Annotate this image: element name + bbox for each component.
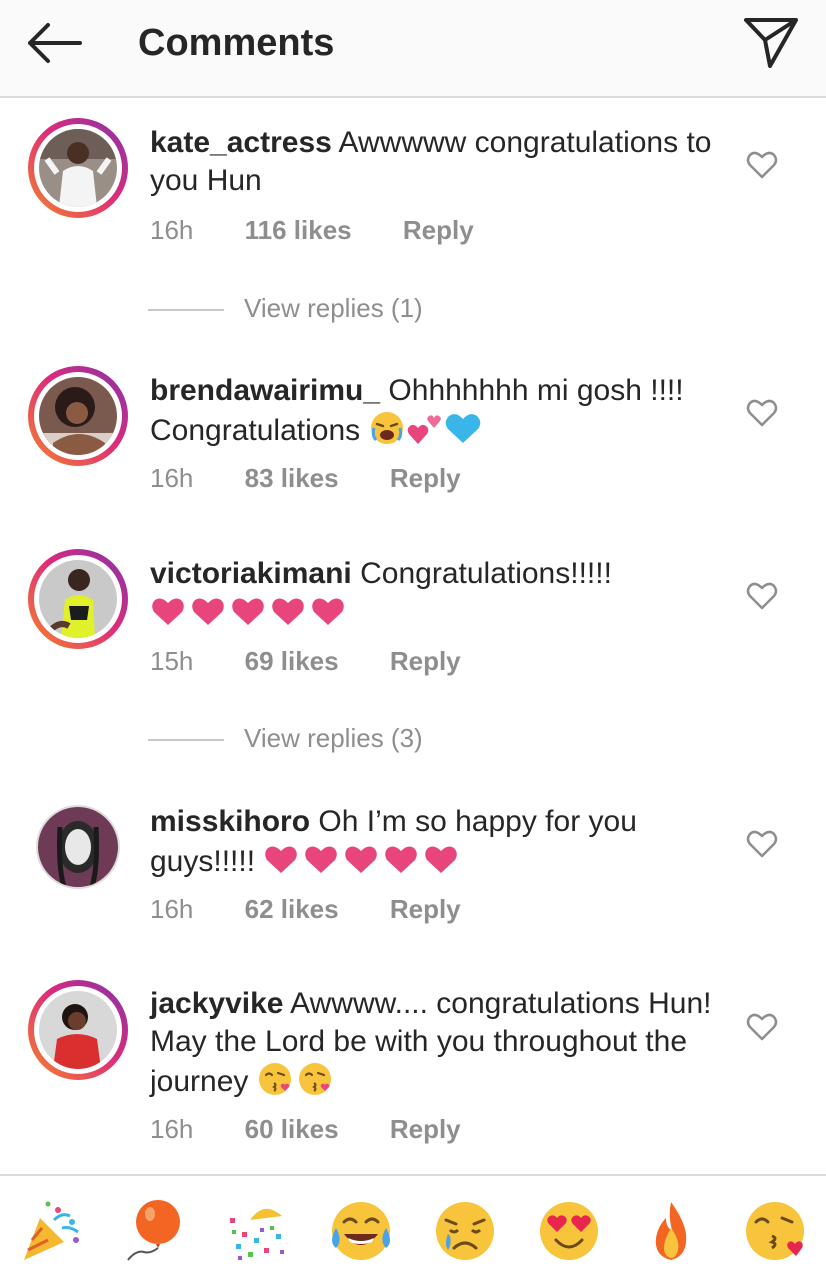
reply-button[interactable]: Reply [390,645,461,677]
comment-username[interactable]: victoriakimani [150,557,352,590]
comment-meta: 16h 62 likes Reply [150,893,461,925]
blue-heart-icon [446,414,481,443]
avatar[interactable] [36,805,120,889]
comment-text: jackyvike Awwww.... congratulations Hun!… [150,985,730,1101]
heart-eyes-icon[interactable] [536,1198,602,1264]
profile-photo-icon [38,807,118,887]
comment-text: brendawairimu_ Ohhhhhhh mi gosh !!!! Con… [150,372,730,450]
party-popper-icon[interactable] [18,1198,84,1264]
comment-likes[interactable]: 83 likes [245,462,339,494]
reply-button[interactable]: Reply [390,893,461,925]
comment-likes[interactable]: 62 likes [245,893,339,925]
divider-line [148,739,224,742]
like-heart-icon[interactable] [746,150,778,180]
comment-body: Congratulations!!!!! [360,557,612,590]
profile-photo-icon [39,991,117,1069]
comment-time: 16h [150,1114,194,1144]
comment-text: kate_actress Awwwww congratulations to y… [150,124,730,200]
view-replies-toggle[interactable]: View replies (1) [148,292,423,324]
comment-username[interactable]: brendawairimu_ [150,374,380,407]
face-blowing-kiss-icon[interactable] [742,1198,808,1264]
comment-username[interactable]: misskihoro [150,805,310,838]
back-arrow-icon[interactable] [22,18,86,68]
comment-username[interactable]: jackyvike [150,987,283,1020]
like-heart-icon[interactable] [746,1012,778,1042]
comment-text: misskihoro Oh I’m so happy for you guys!… [150,803,730,881]
comment-text: victoriakimani Congratulations!!!!! [150,555,730,633]
crying-face-icon [371,412,404,444]
reply-button[interactable]: Reply [403,214,474,246]
comment-time: 16h [150,463,194,493]
comment-meta: 15h 69 likes Reply [150,645,461,677]
tears-of-joy-icon[interactable] [328,1198,394,1264]
emoji-quick-bar [0,1174,826,1280]
avatar[interactable] [28,118,128,218]
comment-likes[interactable]: 60 likes [245,1113,339,1145]
avatar[interactable] [28,549,128,649]
profile-photo-icon [39,560,117,638]
like-heart-icon[interactable] [746,398,778,428]
profile-photo-icon [39,377,117,455]
avatar[interactable] [28,980,128,1080]
comment-username[interactable]: kate_actress [150,126,332,159]
divider-line [148,309,224,312]
view-replies-label: View replies (3) [244,723,423,753]
comment-meta: 16h 60 likes Reply [150,1113,461,1145]
two-hearts-icon [408,415,442,444]
fire-icon[interactable] [638,1198,704,1264]
like-heart-icon[interactable] [746,829,778,859]
avatar[interactable] [28,366,128,466]
top-bar: Comments [0,0,826,98]
balloon-icon[interactable] [122,1198,188,1264]
comment-time: 15h [150,646,194,676]
reply-button[interactable]: Reply [390,462,461,494]
comment-time: 16h [150,894,194,924]
view-replies-label: View replies (1) [244,293,423,323]
like-heart-icon[interactable] [746,581,778,611]
view-replies-toggle[interactable]: View replies (3) [148,722,423,754]
comment-meta: 16h 116 likes Reply [150,214,474,246]
comment-meta: 16h 83 likes Reply [150,462,461,494]
confetti-icon[interactable] [224,1198,290,1264]
pink-hearts-icon [265,846,458,873]
crying-face-icon[interactable] [432,1198,498,1264]
comment-likes[interactable]: 69 likes [245,645,339,677]
comment-likes[interactable]: 116 likes [245,214,352,246]
kissing-face-icon [258,1063,331,1095]
page-title: Comments [138,22,335,64]
pink-hearts-icon [152,598,344,625]
paper-plane-icon[interactable] [740,12,802,72]
reply-button[interactable]: Reply [390,1113,461,1145]
profile-photo-icon [39,129,117,207]
comment-time: 16h [150,215,194,245]
